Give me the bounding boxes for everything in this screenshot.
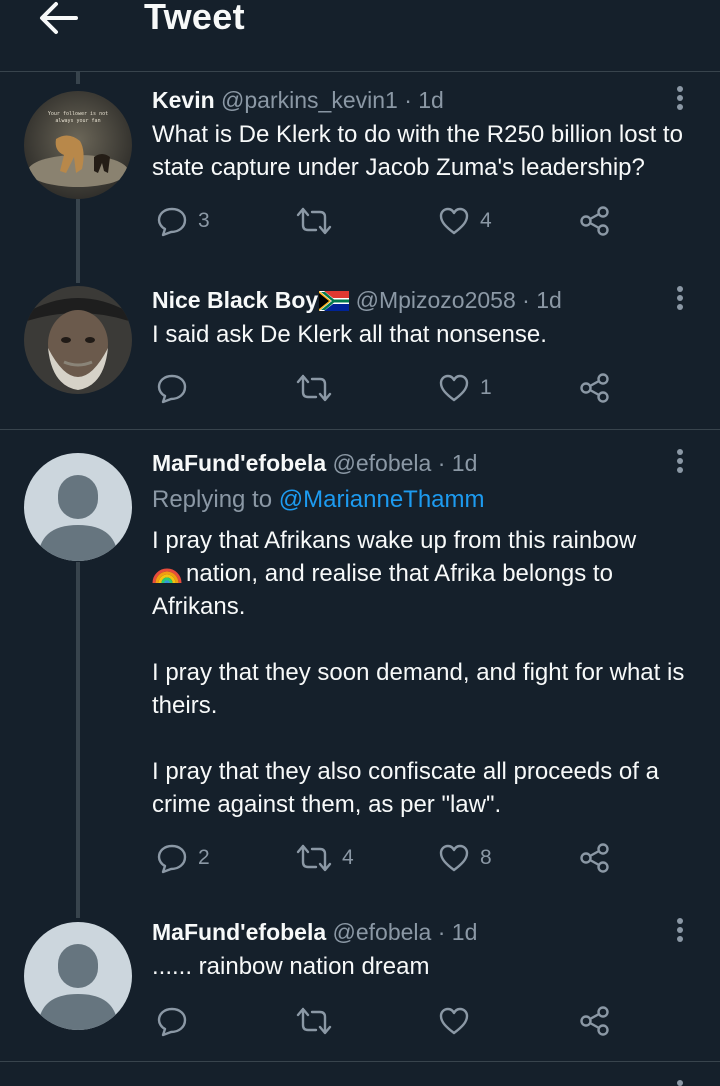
author-name[interactable]: MaFund'efobela (152, 919, 326, 945)
divider (0, 1061, 720, 1062)
retweet-icon (296, 374, 332, 402)
share-button[interactable] (579, 201, 611, 241)
author-name[interactable]: Nice Black Boy (152, 287, 318, 313)
paragraph: I pray that Afrikans wake up from this r… (152, 524, 704, 623)
svg-text:always your fan: always your fan (55, 118, 100, 124)
retweet-button[interactable] (296, 201, 342, 241)
reply-icon (157, 1007, 187, 1037)
paragraph: I pray that they also confiscate all pro… (152, 758, 659, 818)
author-handle[interactable]: @efobela (333, 919, 432, 945)
retweet-count: 4 (342, 846, 354, 869)
reply-count: 2 (198, 846, 210, 869)
author-name[interactable]: Kevin (152, 87, 215, 113)
svg-text:Your follower is not: Your follower is not (48, 111, 108, 117)
paragraph: I pray that they soon demand, and fight … (152, 659, 685, 719)
retweet-button[interactable] (296, 1001, 342, 1041)
like-button[interactable] (438, 1001, 480, 1041)
share-icon (580, 373, 609, 403)
share-icon (580, 1006, 609, 1036)
timestamp[interactable]: 1d (452, 919, 478, 945)
rainbow-emoji-icon (152, 568, 182, 584)
top-bar: Tweet (0, 0, 720, 72)
like-count: 1 (480, 376, 492, 399)
reply-icon (157, 207, 187, 237)
reply-icon (157, 374, 187, 404)
tweet-header: Nice Black Boy @Mpizozo2058 · 1d (152, 286, 562, 314)
tweet-actions: 1 (0, 368, 720, 408)
reply-button[interactable] (156, 1001, 198, 1041)
replying-prefix: Replying to (152, 486, 273, 513)
heart-icon (439, 374, 469, 402)
reply-button[interactable] (156, 368, 198, 408)
tweet-actions (0, 1001, 720, 1041)
thread-line (76, 72, 80, 84)
author-name[interactable]: MaFund'efobela (152, 450, 326, 476)
timestamp[interactable]: 1d (536, 287, 562, 313)
tweet-header: Kevin @parkins_kevin1 · 1d (152, 86, 444, 114)
like-count: 4 (480, 209, 492, 232)
author-handle[interactable]: @Mpizozo2058 (356, 287, 516, 313)
tweet-text: What is De Klerk to do with the R250 bil… (152, 121, 683, 181)
separator: · (404, 87, 412, 113)
share-icon (580, 843, 609, 873)
more-vertical-icon[interactable] (664, 84, 696, 116)
more-vertical-icon[interactable] (664, 1078, 696, 1086)
mention-link[interactable]: @MarianneThamm (279, 486, 485, 513)
share-button[interactable] (579, 1001, 611, 1041)
heart-icon (439, 844, 469, 872)
tweet-actions: 3 4 (0, 201, 720, 241)
retweet-icon (296, 207, 332, 235)
separator: · (522, 287, 530, 313)
more-vertical-icon[interactable] (664, 284, 696, 316)
reply-count: 3 (198, 209, 210, 232)
heart-icon (439, 1007, 469, 1035)
tweet-text: I pray that Afrikans wake up from this r… (152, 524, 704, 821)
like-count: 8 (480, 846, 492, 869)
tweet-text: ...... rainbow nation dream (152, 953, 430, 980)
avatar[interactable] (24, 453, 132, 561)
author-handle[interactable]: @parkins_kevin1 (221, 87, 398, 113)
more-vertical-icon[interactable] (664, 916, 696, 948)
share-icon (580, 206, 609, 236)
like-button[interactable]: 4 (438, 201, 492, 241)
timestamp[interactable]: 1d (418, 87, 444, 113)
more-vertical-icon[interactable] (664, 447, 696, 479)
heart-icon (439, 207, 469, 235)
separator: · (437, 919, 446, 945)
reply-button[interactable]: 3 (156, 201, 210, 241)
retweet-button[interactable] (296, 368, 342, 408)
author-handle[interactable]: @efobela (333, 450, 432, 476)
share-button[interactable] (579, 368, 611, 408)
separator: · (437, 450, 446, 476)
reply-button[interactable]: 2 (156, 838, 210, 878)
tweet-text: I said ask De Klerk all that nonsense. (152, 321, 547, 348)
share-button[interactable] (579, 838, 611, 878)
paragraph-rest: nation, and realise that Afrika belongs … (152, 560, 613, 620)
like-button[interactable]: 1 (438, 368, 492, 408)
retweet-icon (296, 1007, 332, 1035)
avatar[interactable]: Your follower is not always your fan (24, 91, 132, 199)
divider (0, 429, 720, 430)
replying-to: Replying to @MarianneThamm (152, 484, 485, 516)
timestamp[interactable]: 1d (452, 450, 478, 476)
tweet-header: MaFund'efobela @efobela · 1d (152, 449, 477, 477)
paragraph-lead: I pray that Afrikans wake up from this r… (152, 527, 637, 554)
retweet-button[interactable]: 4 (296, 838, 354, 878)
retweet-icon (296, 844, 332, 872)
arrow-left-icon[interactable] (36, 0, 80, 38)
tweet-actions: 2 4 8 (0, 838, 720, 878)
like-button[interactable]: 8 (438, 838, 492, 878)
tweet-header: MaFund'efobela @efobela · 1d (152, 918, 477, 946)
south-africa-flag-icon (319, 291, 350, 311)
reply-icon (157, 844, 187, 874)
page-title: Tweet (144, 0, 245, 37)
